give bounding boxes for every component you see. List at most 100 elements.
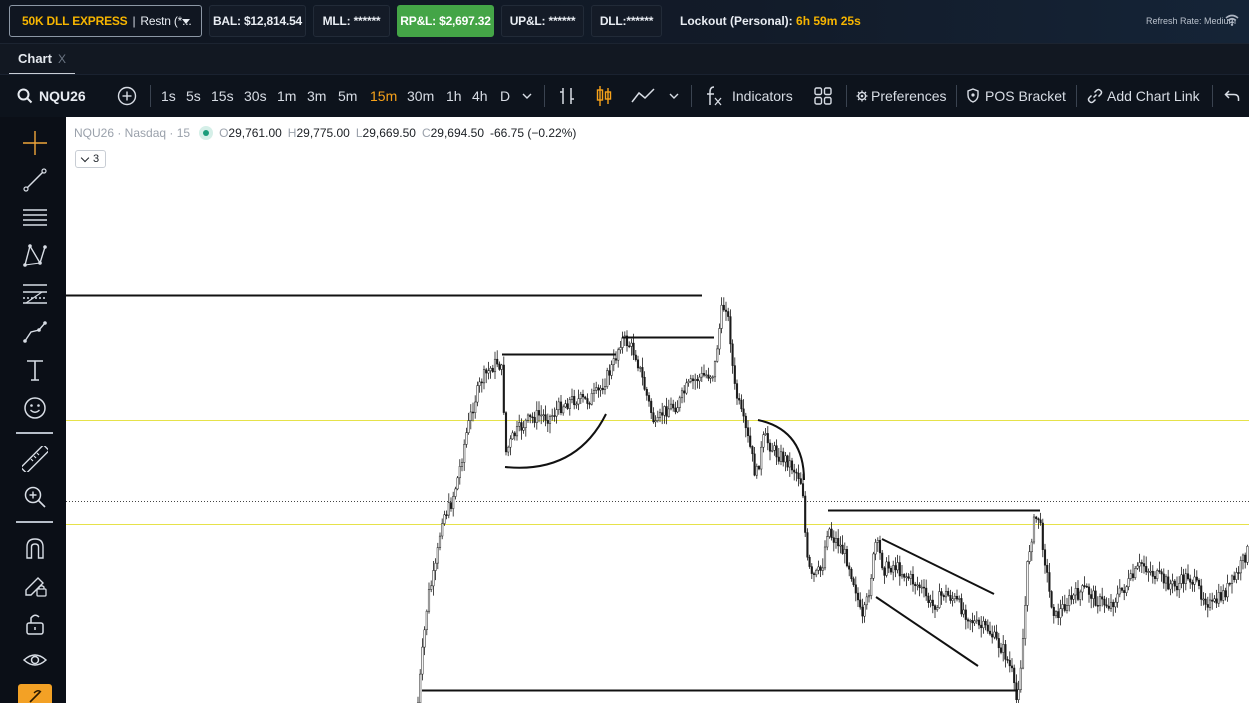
candle-body [894,565,897,571]
account-bar: 50K DLL EXPRESS | Restn (*... BAL: $12,8… [0,0,1249,43]
interval-15s[interactable]: 15s [211,75,234,117]
candle-body [544,414,547,421]
crosshair-icon[interactable] [22,130,48,156]
candle-body [782,451,785,463]
interval-1s[interactable]: 1s [161,75,176,117]
candle-body [434,562,437,571]
candle-body [1070,595,1073,600]
candle-body [911,574,915,585]
candle-body [817,566,820,571]
shield-icon[interactable] [967,88,979,103]
candle-body [845,549,849,567]
arc-drawing[interactable] [504,413,607,469]
horizontal-lines-icon[interactable] [22,205,48,231]
interval-d[interactable]: D [500,75,510,117]
undo-icon[interactable] [1224,89,1240,103]
candle-body [977,619,981,626]
candle-body [1120,587,1124,591]
link-tool-button[interactable] [18,684,52,703]
ruler-icon[interactable] [22,446,48,472]
realized-pnl-badge[interactable]: RP&L: $2,697.32 [397,5,494,37]
fx-indicators-icon[interactable] [705,85,723,107]
indicators-collapse-button[interactable]: 3 [75,150,106,168]
candle-body [995,631,998,639]
interval-5m[interactable]: 5m [338,75,357,117]
candle-body [482,369,486,384]
user-drawings[interactable] [66,294,1040,692]
candle-body [502,364,505,413]
candle-body [922,586,926,589]
balance-badge[interactable]: BAL: $12,814.54 [209,5,306,37]
bar-chart-type-icon[interactable] [558,86,576,106]
candle-body [887,561,890,569]
compare-add-icon[interactable] [117,86,137,106]
lock-drawing-icon[interactable] [22,573,48,599]
candle-body [900,574,904,577]
interval-1m[interactable]: 1m [277,75,296,117]
gear-icon[interactable] [856,90,868,102]
interval-15m[interactable]: 15m [370,75,397,117]
interval-30m[interactable]: 30m [407,75,434,117]
candle-body [500,364,503,370]
tab-close-icon[interactable]: X [58,52,66,66]
interval-1h[interactable]: 1h [446,75,462,117]
chevron-down-icon[interactable] [669,92,679,100]
candle-body [1098,596,1102,607]
text-icon[interactable] [22,357,48,383]
emoji-icon[interactable] [22,395,48,421]
add-chart-link-button[interactable]: Add Chart Link [1107,75,1200,117]
interval-4h[interactable]: 4h [472,75,488,117]
search-icon[interactable] [17,88,33,104]
wifi-icon [1225,14,1239,26]
chevron-down-icon[interactable] [522,92,532,100]
indicators-button[interactable]: Indicators [732,75,793,117]
candle-body [942,595,945,598]
candle-body [1237,572,1240,574]
interval-30s[interactable]: 30s [244,75,267,117]
candle-body [579,394,582,399]
candlestick-plot[interactable] [66,117,1249,703]
pos-bracket-button[interactable]: POS Bracket [985,75,1066,117]
chart-symbol-label[interactable]: NQU26 · Nasdaq · 15 [74,126,190,140]
candle-body [559,401,563,414]
candle-body [786,455,789,468]
path-icon[interactable] [22,319,48,345]
price-chart[interactable]: NQU26 · Nasdaq · 15 O 29,761.00 H 29,775… [66,117,1249,703]
tab-chart[interactable]: Chart X [9,44,75,75]
candle-body [863,604,866,617]
chart-legend: NQU26 · Nasdaq · 15 O 29,761.00 H 29,775… [74,126,576,140]
eye-icon[interactable] [22,647,48,673]
link-icon[interactable] [1087,88,1103,104]
dll-badge[interactable]: DLL:****** [591,5,662,37]
preferences-button[interactable]: Preferences [871,75,946,117]
mll-badge[interactable]: MLL: ****** [313,5,390,37]
candle-body [1125,586,1128,593]
channel-lower-line[interactable] [875,596,979,667]
candle-body [1217,592,1220,604]
zoom-in-icon[interactable] [22,484,48,510]
magnet-icon[interactable] [22,535,48,561]
fib-icon[interactable] [22,281,48,307]
trend-line-icon[interactable] [22,167,48,193]
unlock-icon[interactable] [22,611,48,637]
candle-body [1013,667,1016,684]
candle-body [947,591,950,596]
layout-grid-icon[interactable] [814,87,832,105]
candle-body [713,361,717,378]
candle-body [762,434,765,448]
interval-3m[interactable]: 3m [307,75,326,117]
candle-body [1136,565,1139,569]
candle-body [485,369,488,374]
account-selector[interactable]: 50K DLL EXPRESS | Restn (*... [9,5,202,37]
symbol-search[interactable]: NQU26 [39,75,86,117]
unrealized-pnl-badge[interactable]: UP&L: ****** [501,5,584,37]
line-chart-icon[interactable] [631,87,655,105]
interval-5s[interactable]: 5s [186,75,201,117]
candle-body [810,566,813,574]
candle-body [966,619,970,622]
candlestick-chart-icon[interactable] [595,85,613,107]
tab-bar: Chart X [0,43,1249,75]
candle-body [588,403,591,405]
candle-body [449,502,453,509]
pattern-icon[interactable] [22,243,48,269]
